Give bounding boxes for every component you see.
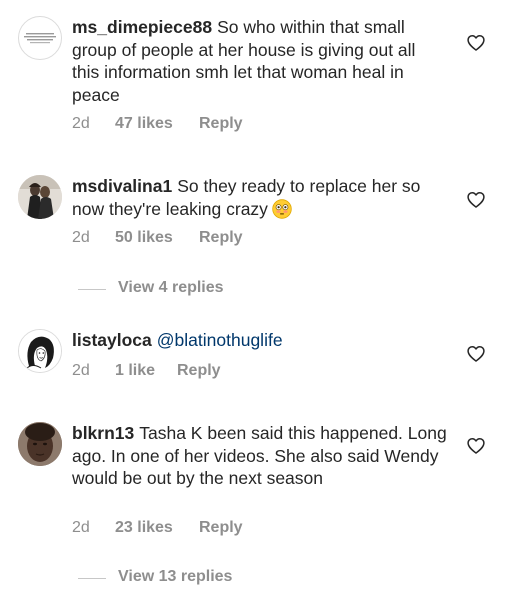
comment-age: 2d (72, 362, 90, 379)
comment-username[interactable]: blkrn13 (72, 423, 134, 443)
heart-outline-icon[interactable] (466, 344, 486, 364)
comment-body: msdivalina1 So they ready to replace her … (72, 175, 447, 220)
comment-username[interactable]: msdivalina1 (72, 176, 172, 196)
heart-outline-icon[interactable] (466, 33, 486, 53)
flushed-face-emoji-icon (272, 198, 292, 219)
likes-count[interactable]: 1 like (115, 362, 177, 380)
reply-button[interactable]: Reply (199, 229, 243, 247)
view-replies-label[interactable]: View 13 replies (118, 568, 232, 586)
comment-body: ms_dimepiece88 So who within that small g… (72, 16, 447, 106)
mention-link[interactable]: @blatinothuglife (157, 330, 283, 350)
reply-button[interactable]: Reply (177, 362, 221, 380)
replies-divider (78, 289, 106, 290)
heart-outline-icon[interactable] (466, 436, 486, 456)
likes-count[interactable]: 47 likes (115, 115, 199, 133)
avatar[interactable] (18, 16, 62, 60)
photo-avatar-icon (18, 175, 62, 219)
comment-meta: 2d 23 likes Reply (72, 519, 243, 537)
comment-meta: 2d 47 likes Reply (72, 115, 243, 133)
heart-outline-icon[interactable] (466, 190, 486, 210)
likes-count[interactable]: 50 likes (115, 229, 199, 247)
illustration-avatar-icon (19, 330, 61, 372)
reply-button[interactable]: Reply (199, 115, 243, 133)
replies-divider (78, 578, 106, 579)
comment-age: 2d (72, 115, 90, 132)
view-replies-button[interactable]: View 13 replies (72, 568, 332, 588)
reply-button[interactable]: Reply (199, 519, 243, 537)
comment-age: 2d (72, 519, 90, 536)
comment-age: 2d (72, 229, 90, 246)
comment-meta: 2d 50 likes Reply (72, 229, 243, 247)
photo-avatar-icon (18, 422, 62, 466)
avatar[interactable] (18, 175, 62, 219)
likes-count[interactable]: 23 likes (115, 519, 199, 537)
comment-username[interactable]: ms_dimepiece88 (72, 17, 212, 37)
comment-body: blkrn13 Tasha K been said this happened. … (72, 422, 447, 490)
comment-username[interactable]: listayloca (72, 330, 152, 350)
view-replies-button[interactable]: View 4 replies (72, 279, 332, 299)
view-replies-label[interactable]: View 4 replies (118, 279, 224, 297)
comment-meta: 2d 1 like Reply (72, 362, 221, 380)
text-logo-avatar-icon (24, 33, 56, 44)
avatar[interactable] (18, 422, 62, 466)
avatar[interactable] (18, 329, 62, 373)
comment-body: listayloca @blatinothuglife (72, 329, 447, 352)
